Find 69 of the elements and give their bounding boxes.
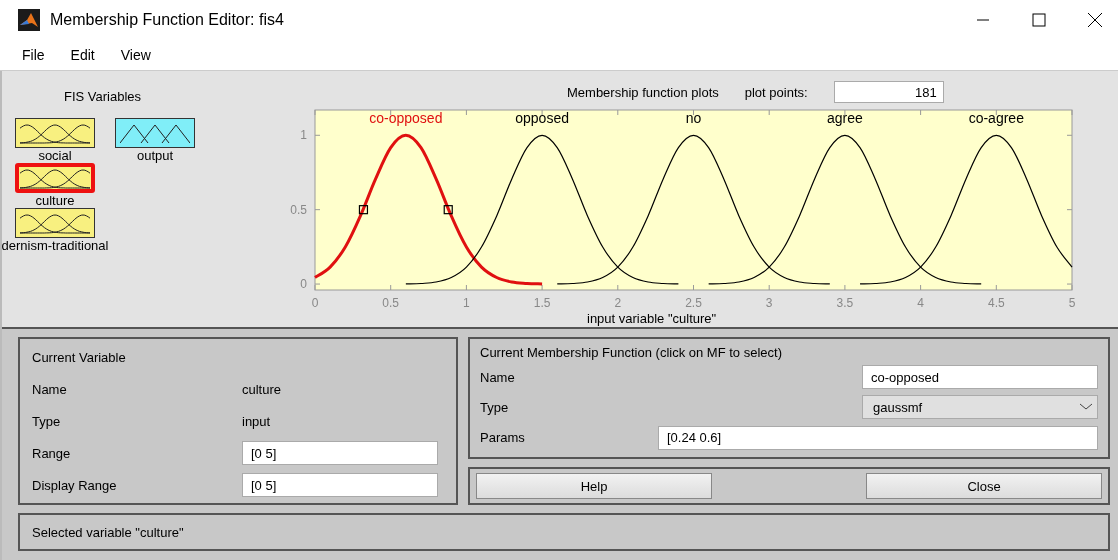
- variable-type-value: input: [242, 413, 272, 429]
- y-tick-label: 0: [300, 277, 307, 292]
- variable-block[interactable]: [15, 163, 95, 193]
- curve-label: co-agree: [968, 110, 1024, 127]
- field-label: Params: [480, 430, 525, 446]
- curve-label: no: [685, 110, 702, 127]
- variable-name: culture: [35, 193, 75, 208]
- curve-label: agree: [827, 110, 863, 127]
- logo-icon: [18, 9, 40, 31]
- menu-item[interactable]: View: [112, 45, 159, 65]
- x-tick-label: 0: [311, 296, 319, 310]
- field-label: Type: [480, 400, 509, 415]
- params-field[interactable]: [0.24 0.6]: [658, 425, 1098, 450]
- x-tick-label: 2: [614, 296, 622, 310]
- bell-curves-icon: [20, 166, 90, 190]
- panel-title: Current Variable: [32, 349, 127, 365]
- x-tick-label: 1: [463, 296, 470, 310]
- status-bar: Selected variable "culture": [18, 513, 1110, 551]
- field-label: Name: [32, 381, 68, 397]
- membership-curve[interactable]: [314, 133, 543, 286]
- mf-type-dropdown[interactable]: gaussmf: [862, 395, 1098, 420]
- plot-points-label: plot points:: [744, 84, 808, 100]
- bell-curves-icon: [20, 121, 90, 145]
- x-tick-label: 5: [1068, 296, 1076, 310]
- curve-handle[interactable]: [443, 205, 453, 215]
- menu-item[interactable]: Edit: [62, 45, 103, 65]
- variable-name-value: culture: [242, 381, 283, 397]
- menu-item[interactable]: File: [14, 45, 53, 65]
- membership-curve[interactable]: [859, 134, 1073, 285]
- panel-title: Current Membership Function (click on MF to select): [480, 345, 783, 360]
- variable-block[interactable]: [15, 118, 95, 148]
- curve-label: co-opposed: [369, 110, 443, 127]
- maximize-icon: [1032, 13, 1046, 27]
- field-label: Name: [480, 369, 515, 385]
- x-tick-label: 1.5: [533, 296, 551, 310]
- x-tick-label: 3: [765, 296, 773, 310]
- y-tick-label: 0.5: [290, 202, 307, 217]
- x-tick-label: 4.5: [987, 296, 1005, 310]
- x-tick-label: 2.5: [685, 296, 702, 310]
- variable-name: dernism-traditional: [1, 238, 109, 253]
- range-field[interactable]: [0 5]: [242, 441, 438, 465]
- x-tick-label: 0.5: [382, 296, 400, 310]
- variable-block[interactable]: [15, 208, 95, 238]
- bell-curves-icon: [20, 211, 90, 235]
- chevron-icon: [1079, 403, 1093, 412]
- field-label: Display Range: [32, 477, 118, 493]
- curve-handle[interactable]: [358, 205, 369, 215]
- y-tick-label: 1: [300, 128, 307, 143]
- field-label: Range: [32, 445, 72, 461]
- plot-title: Membership function plots: [567, 84, 719, 100]
- x-tick-label: 4: [917, 296, 924, 310]
- window-title: Membership Function Editor: fis4: [50, 11, 285, 29]
- dialog-button[interactable]: Help: [476, 473, 712, 499]
- curve-label: opposed: [515, 110, 569, 127]
- membership-curve[interactable]: [405, 134, 679, 285]
- mf-name-field[interactable]: co-opposed: [862, 365, 1098, 390]
- panel-title: FIS Variables: [64, 89, 143, 104]
- membership-curve[interactable]: [708, 134, 982, 285]
- plot-points-field[interactable]: 181: [833, 81, 944, 103]
- display-range-field[interactable]: [0 5]: [242, 473, 438, 497]
- membership-curve[interactable]: [556, 134, 831, 285]
- x-tick-label: 3.5: [836, 296, 854, 310]
- close-icon: [1087, 12, 1103, 28]
- variable-block[interactable]: [115, 118, 195, 148]
- variable-name: output: [136, 148, 174, 163]
- variable-name: social: [38, 148, 72, 163]
- field-label: Type: [32, 413, 62, 429]
- dialog-button[interactable]: Close: [866, 473, 1102, 499]
- x-axis-label: input variable "culture": [587, 311, 718, 326]
